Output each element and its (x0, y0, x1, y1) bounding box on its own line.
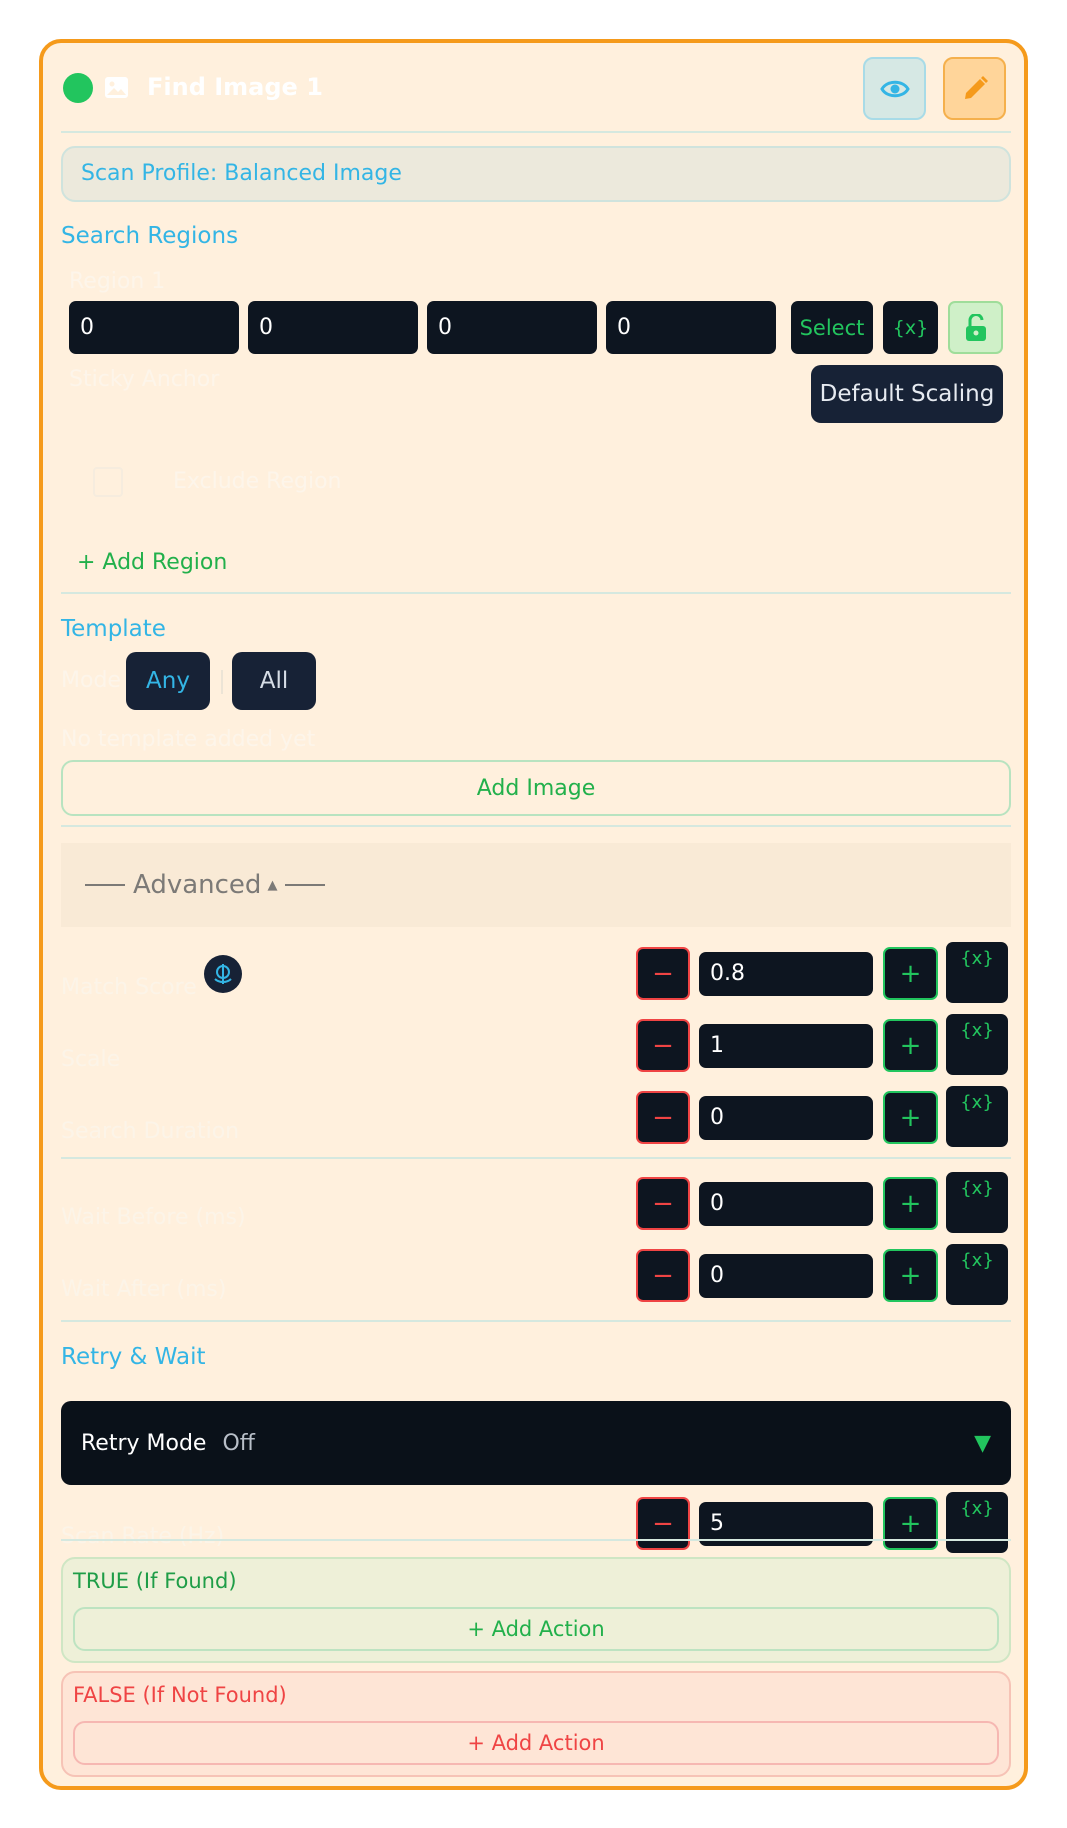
preview-button[interactable] (863, 57, 926, 120)
search-duration-decrement[interactable]: − (636, 1091, 690, 1144)
scale-increment[interactable]: + (883, 1019, 938, 1072)
scan-rate-variable-button[interactable]: {x} (946, 1492, 1008, 1553)
search-duration-label: Search Duration (61, 1119, 240, 1144)
scan-rate-increment[interactable]: + (883, 1497, 938, 1550)
wait-after-decrement[interactable]: − (636, 1249, 690, 1302)
exclude-region-label: Exclude Region (173, 469, 342, 494)
image-icon (105, 77, 128, 98)
true-add-action-button[interactable]: + Add Action (73, 1607, 999, 1651)
wait-before-decrement[interactable]: − (636, 1177, 690, 1230)
divider (61, 131, 1011, 133)
region-height-input[interactable]: 0 (606, 301, 776, 354)
match-score-decrement[interactable]: − (636, 947, 690, 1000)
true-branch: TRUE (If Found) + Add Action (61, 1557, 1011, 1663)
mode-all-button[interactable]: All (232, 652, 316, 710)
status-indicator (63, 73, 93, 103)
divider (61, 1539, 1011, 1541)
wait-after-input[interactable]: 0 (699, 1254, 873, 1298)
region-y-input[interactable]: 0 (248, 301, 418, 354)
dropdown-arrow-icon: ▼ (974, 1430, 991, 1456)
false-branch-label: FALSE (If Not Found) (73, 1683, 287, 1707)
default-scaling-button[interactable]: Default Scaling (811, 365, 1003, 423)
wait-before-increment[interactable]: + (883, 1177, 938, 1230)
retry-mode-select[interactable]: Retry Mode Off ▼ (61, 1401, 1011, 1485)
wait-after-increment[interactable]: + (883, 1249, 938, 1302)
scan-rate-decrement[interactable]: − (636, 1497, 690, 1550)
advanced-label: Advanced (133, 870, 262, 900)
wait-before-label: Wait Before (ms) (61, 1205, 246, 1230)
retry-wait-heading: Retry & Wait (61, 1344, 206, 1370)
sticky-anchor-label: Sticky Anchor (69, 367, 220, 392)
retry-mode-label: Retry Mode (81, 1430, 207, 1456)
pencil-icon (964, 75, 988, 99)
mode-label: Mode (61, 668, 121, 693)
divider (61, 1157, 1011, 1159)
true-branch-label: TRUE (If Found) (73, 1569, 237, 1593)
region-title: Region 1 (69, 269, 166, 294)
match-score-help-button[interactable] (204, 955, 242, 993)
collapse-triangle-icon: ▲ (267, 877, 278, 893)
advanced-toggle[interactable]: Advanced ▲ (61, 843, 1011, 927)
match-score-variable-button[interactable]: {x} (946, 942, 1008, 1003)
add-image-button[interactable]: Add Image (61, 760, 1011, 816)
eye-icon (879, 80, 910, 97)
match-score-label: Match Score (61, 975, 197, 1000)
divider (61, 825, 1011, 827)
wait-after-label: Wait After (ms) (61, 1277, 227, 1302)
target-icon (214, 964, 232, 984)
divider (61, 592, 1011, 594)
scale-variable-button[interactable]: {x} (946, 1014, 1008, 1075)
retry-mode-value: Off (222, 1430, 255, 1456)
node-title: Find Image 1 (147, 73, 323, 101)
region-width-input[interactable]: 0 (427, 301, 597, 354)
false-add-action-button[interactable]: + Add Action (73, 1721, 999, 1765)
mode-separator (221, 670, 223, 694)
select-region-button[interactable]: Select (791, 301, 873, 354)
template-heading: Template (61, 616, 166, 642)
advanced-line-right (285, 884, 326, 886)
region-x-input[interactable]: 0 (69, 301, 239, 354)
mode-any-button[interactable]: Any (126, 652, 210, 710)
search-duration-variable-button[interactable]: {x} (946, 1086, 1008, 1147)
divider (61, 1320, 1011, 1322)
match-score-increment[interactable]: + (883, 947, 938, 1000)
wait-before-variable-button[interactable]: {x} (946, 1172, 1008, 1233)
advanced-line-left (85, 884, 125, 886)
scan-profile-selector[interactable]: Scan Profile: Balanced Image (61, 146, 1011, 202)
empty-template-text: No template added yet (61, 727, 316, 752)
match-score-input[interactable]: 0.8 (699, 952, 873, 996)
scan-rate-label: Scan Rate (Hz) (61, 1524, 225, 1549)
search-duration-increment[interactable]: + (883, 1091, 938, 1144)
unlock-icon (965, 313, 986, 341)
add-region-button[interactable]: + Add Region (77, 550, 227, 575)
region-variable-button[interactable]: {x} (883, 301, 938, 354)
lock-toggle-button[interactable] (948, 301, 1003, 354)
exclude-region-checkbox[interactable] (93, 467, 123, 497)
scale-input[interactable]: 1 (699, 1024, 873, 1068)
search-duration-input[interactable]: 0 (699, 1096, 873, 1140)
false-branch: FALSE (If Not Found) + Add Action (61, 1671, 1011, 1777)
scale-label: Scale (61, 1047, 121, 1072)
find-image-node-card: Find Image 1 Scan Profile: Balanced Imag… (39, 39, 1028, 1790)
scale-decrement[interactable]: − (636, 1019, 690, 1072)
wait-after-variable-button[interactable]: {x} (946, 1244, 1008, 1305)
wait-before-input[interactable]: 0 (699, 1182, 873, 1226)
search-regions-heading: Search Regions (61, 223, 239, 249)
edit-button[interactable] (943, 57, 1006, 120)
